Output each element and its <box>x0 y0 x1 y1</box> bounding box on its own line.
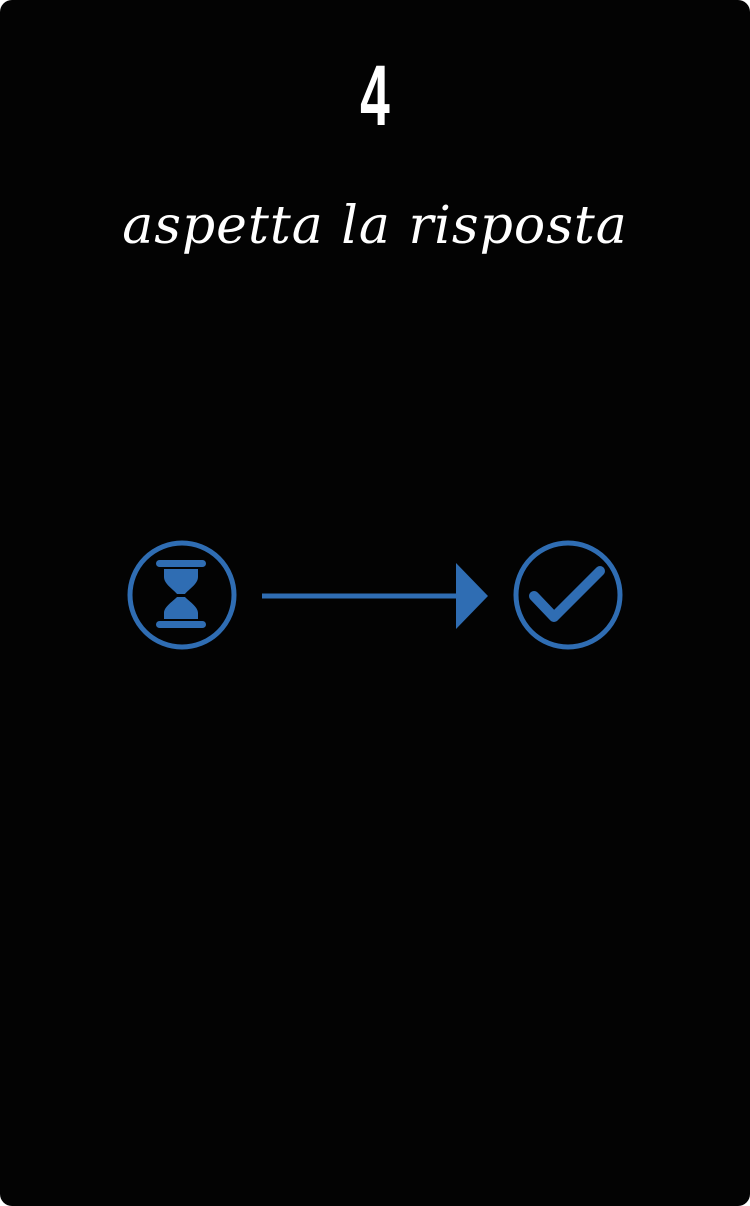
checkmark-icon <box>512 539 624 651</box>
step-caption: aspetta la risposta <box>122 196 628 256</box>
step-number: 4 <box>360 48 390 144</box>
instruction-card: 4 aspetta la risposta <box>0 0 750 1206</box>
hourglass-icon <box>126 539 238 651</box>
arrow-right-icon <box>260 560 492 632</box>
